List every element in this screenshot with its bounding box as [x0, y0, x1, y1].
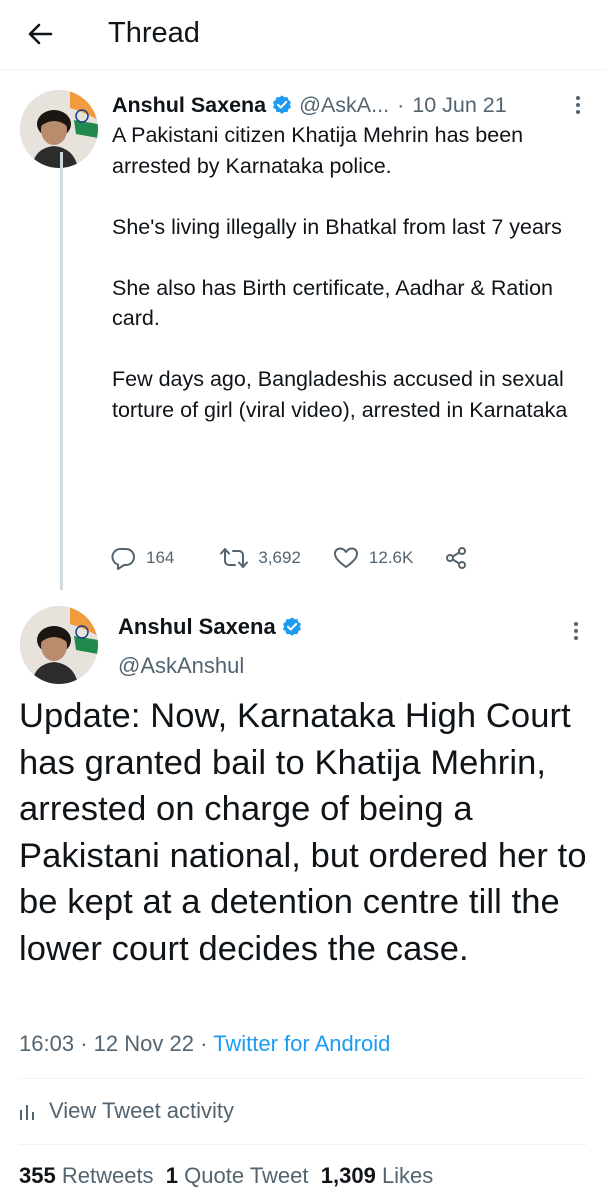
- likes-count: 1,309: [320, 1163, 376, 1188]
- arrow-left-icon: [28, 23, 53, 45]
- back-button[interactable]: [20, 16, 60, 52]
- like-button[interactable]: 12.6K: [333, 546, 413, 570]
- page-title: Thread: [108, 17, 200, 49]
- verified-badge-icon: [281, 616, 303, 638]
- tweet-text: Update: Now, Karnataka High Court has gr…: [19, 697, 587, 968]
- tweet-paragraph: Few days ago, Bangladeshis accused in se…: [112, 367, 568, 422]
- activity-label: View Tweet activity: [49, 1098, 235, 1123]
- retweet-button[interactable]: 3,692: [220, 546, 301, 570]
- like-count: 12.6K: [368, 548, 414, 567]
- divider: [19, 1144, 587, 1145]
- thread-header: Thread: [0, 0, 606, 70]
- tweet-actions: 164 3,692 12.6K: [110, 540, 469, 576]
- separator: ·: [80, 1031, 88, 1056]
- tweet-header: Anshul Saxena @AskA... · 10 Jun 21: [112, 90, 507, 120]
- likes-label: Likes: [381, 1163, 434, 1188]
- reply-button[interactable]: 164: [110, 546, 174, 570]
- retweet-icon: [220, 548, 249, 568]
- reply-icon: [111, 548, 135, 570]
- view-tweet-activity-button[interactable]: View Tweet activity: [19, 1094, 234, 1128]
- separator: ·: [200, 1031, 208, 1056]
- more-vertical-icon: [574, 622, 578, 640]
- more-vertical-icon: [576, 96, 580, 114]
- tweet-paragraph: A Pakistani citizen Khatija Mehrin has b…: [112, 123, 524, 178]
- tweet-time[interactable]: 16:03: [19, 1031, 74, 1056]
- likes-stat[interactable]: 1,309 Likes: [321, 1163, 434, 1188]
- tweet-text: A Pakistani citizen Khatija Mehrin has b…: [112, 120, 582, 425]
- quotes-label: Quote Tweet: [184, 1163, 309, 1188]
- divider: [19, 1078, 587, 1079]
- tweet-source-link[interactable]: Twitter for Android: [213, 1031, 390, 1056]
- quotes-count: 1: [165, 1163, 179, 1188]
- verified-badge-icon: [271, 94, 293, 116]
- author-handle[interactable]: @AskAnshul: [118, 651, 244, 681]
- tweet-date[interactable]: 12 Nov 22: [94, 1031, 194, 1056]
- tweet-paragraph: She's living illegally in Bhatkal from l…: [112, 214, 562, 239]
- retweet-count: 3,692: [258, 548, 301, 567]
- author-name-row: Anshul Saxena: [118, 612, 309, 642]
- more-button[interactable]: [566, 616, 586, 646]
- separator: ·: [397, 92, 405, 117]
- bar-chart-icon: [20, 1105, 34, 1120]
- author-name[interactable]: Anshul Saxena: [118, 612, 276, 642]
- engagement-stats: 355 Retweets 1 Quote Tweet 1,309 Likes: [19, 1160, 433, 1192]
- tweet-paragraph: She also has Birth certificate, Aadhar &…: [112, 275, 553, 331]
- tweet-meta: 16:03 · 12 Nov 22 · Twitter for Android: [19, 1029, 390, 1059]
- reply-count: 164: [146, 548, 175, 567]
- share-icon: [446, 547, 467, 569]
- retweets-label: Retweets: [61, 1163, 154, 1188]
- thread-connector-line: [60, 152, 63, 590]
- heart-icon: [333, 547, 358, 568]
- avatar[interactable]: [20, 606, 98, 684]
- avatar[interactable]: [20, 90, 98, 168]
- retweets-stat[interactable]: 355 Retweets: [19, 1163, 154, 1188]
- retweets-count: 355: [19, 1163, 56, 1188]
- more-button[interactable]: [568, 90, 588, 120]
- tweet-date[interactable]: 10 Jun 21: [412, 93, 506, 118]
- author-name[interactable]: Anshul Saxena: [112, 93, 266, 118]
- share-button[interactable]: [443, 546, 469, 570]
- author-handle[interactable]: @AskA...: [299, 93, 389, 118]
- quote-tweets-stat[interactable]: 1 Quote Tweet: [166, 1163, 309, 1188]
